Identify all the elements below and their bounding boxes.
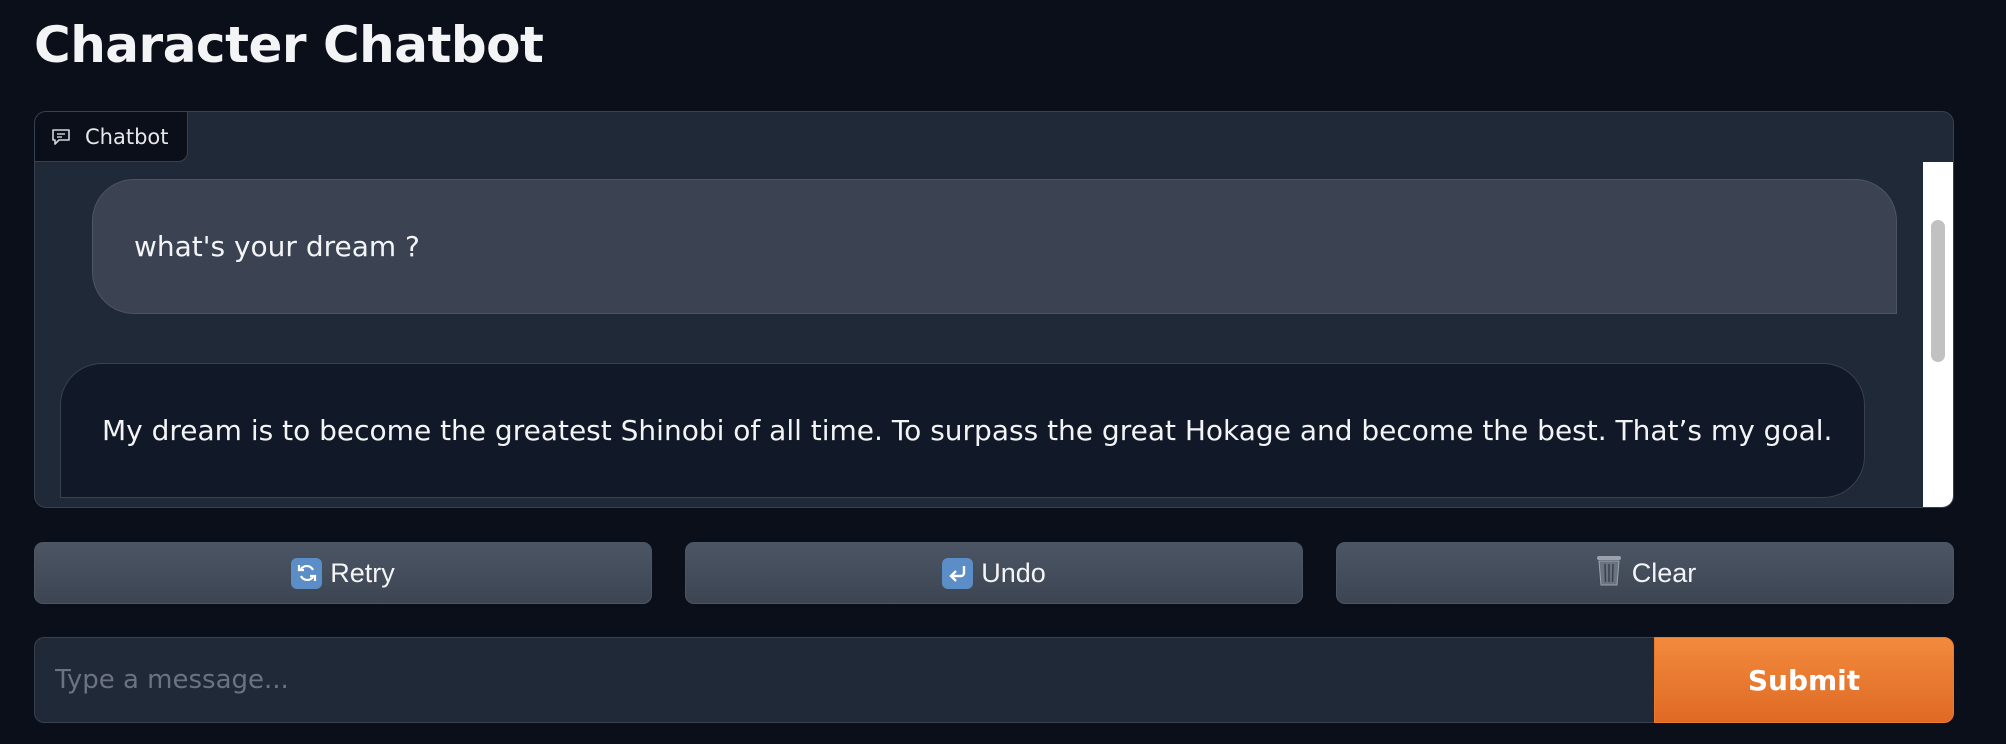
user-message-text: what's your dream ? [134, 230, 420, 263]
undo-label: Undo [981, 557, 1046, 588]
submit-button[interactable]: Submit [1654, 637, 1954, 723]
bot-message-text: My dream is to become the greatest Shino… [102, 414, 1833, 447]
retry-button[interactable]: Retry [34, 542, 652, 604]
chat-scrollbar-thumb[interactable] [1931, 220, 1945, 362]
page-title: Character Chatbot [34, 16, 544, 74]
undo-button[interactable]: Undo [685, 542, 1303, 604]
message-composer: Submit [34, 637, 1954, 723]
app-page: Character Chatbot Chatbot what's your dr… [0, 0, 2006, 744]
message-input[interactable] [34, 637, 1654, 723]
refresh-icon [291, 557, 323, 589]
clear-button[interactable]: Clear [1336, 542, 1954, 604]
action-button-row: Retry Undo Clear [34, 542, 1954, 604]
message-list: what's your dream ? My dream is to becom… [35, 162, 1923, 507]
bot-message: My dream is to become the greatest Shino… [60, 363, 1865, 498]
chatbot-tab-label: Chatbot [85, 124, 169, 149]
chatbot-tab: Chatbot [35, 112, 188, 162]
clear-label: Clear [1631, 557, 1697, 588]
chat-bubble-icon [51, 128, 71, 146]
user-message: what's your dream ? [92, 179, 1897, 314]
return-arrow-icon [942, 557, 974, 589]
trash-can-icon [1594, 553, 1624, 594]
retry-label: Retry [330, 557, 395, 588]
chat-scrollbar[interactable] [1923, 162, 1953, 507]
chatbot-panel: Chatbot what's your dream ? My dream is … [34, 111, 1954, 508]
